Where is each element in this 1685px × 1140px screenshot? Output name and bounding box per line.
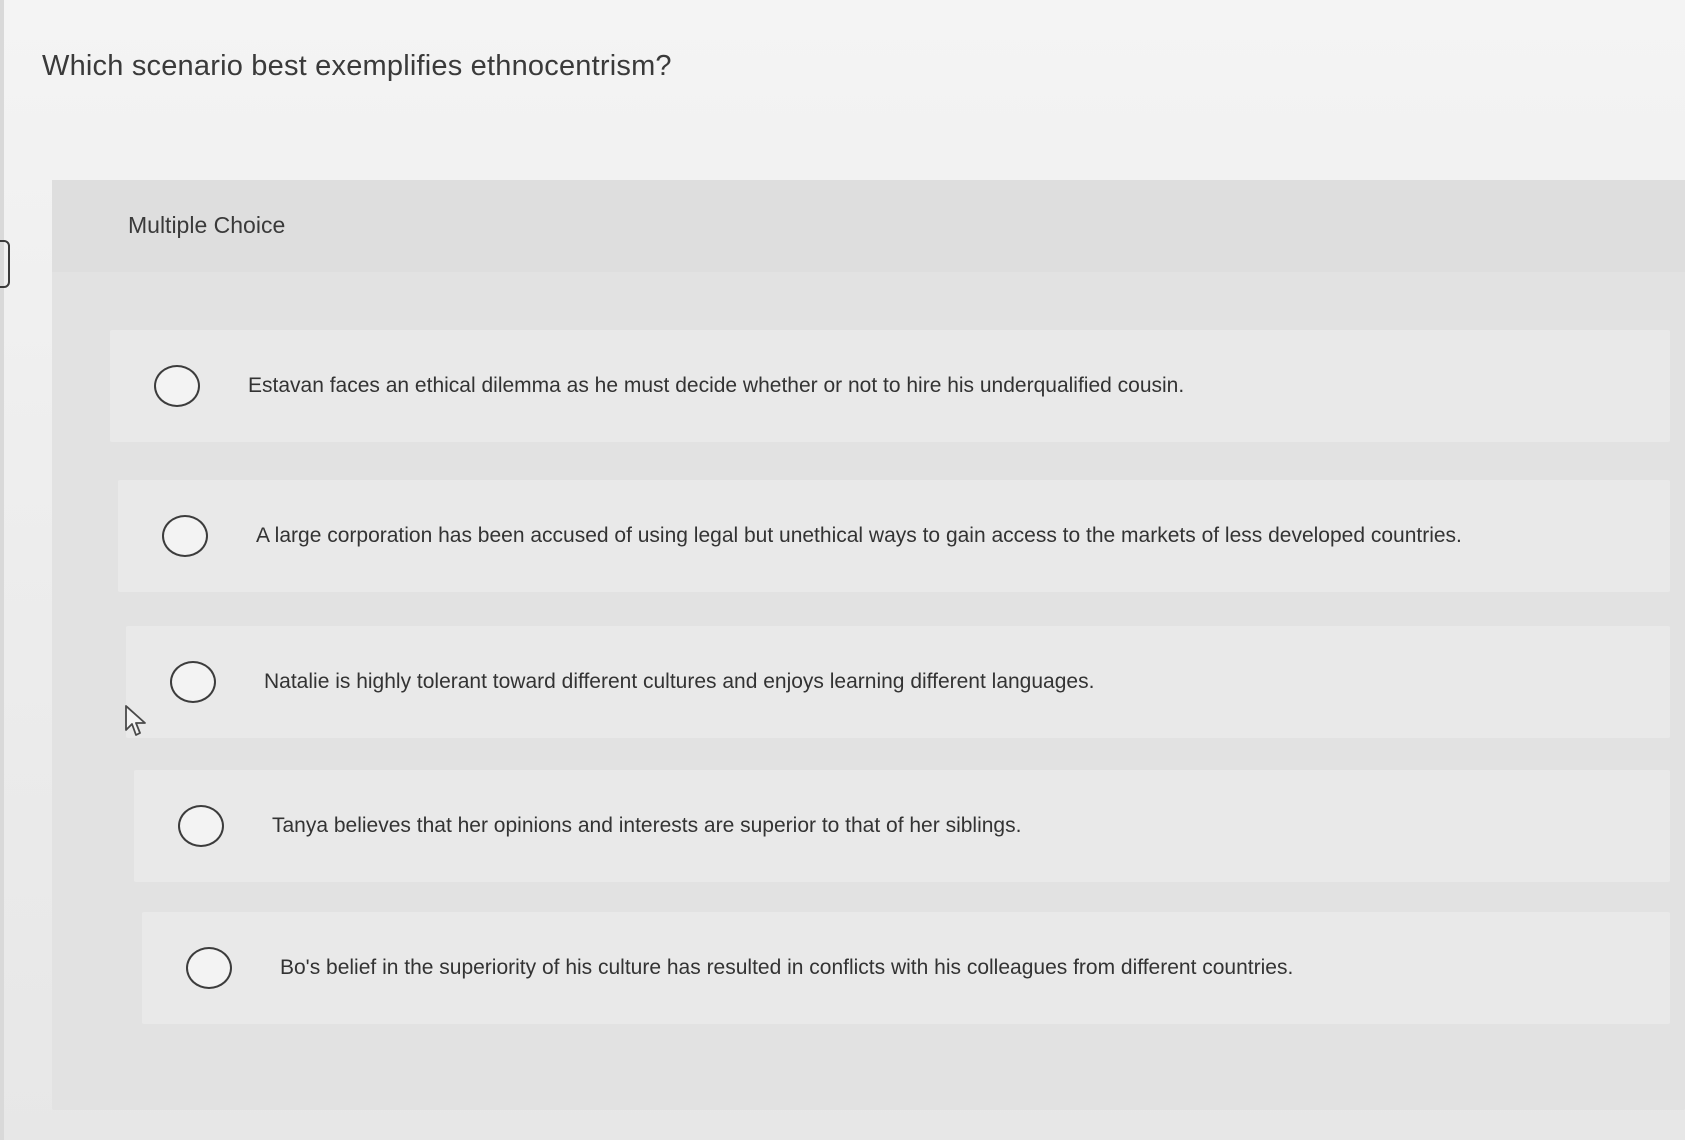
multiple-choice-header: Multiple Choice xyxy=(52,180,1685,272)
choice-option-2[interactable]: A large corporation has been accused of … xyxy=(118,480,1670,592)
choice-option-1[interactable]: Estavan faces an ethical dilemma as he m… xyxy=(110,330,1670,442)
question-text: Which scenario best exemplifies ethnocen… xyxy=(42,50,672,82)
radio-unchecked-icon[interactable] xyxy=(170,661,216,703)
multiple-choice-label: Multiple Choice xyxy=(128,212,286,238)
radio-unchecked-icon[interactable] xyxy=(186,947,232,989)
mouse-pointer-icon xyxy=(125,705,146,736)
radio-unchecked-icon[interactable] xyxy=(154,365,200,407)
choice-option-label: Tanya believes that her opinions and int… xyxy=(272,814,1022,837)
side-tab-handle[interactable] xyxy=(0,240,10,288)
choice-option-3[interactable]: Natalie is highly tolerant toward differ… xyxy=(126,626,1670,738)
choice-option-label: Natalie is highly tolerant toward differ… xyxy=(264,670,1095,693)
window-edge xyxy=(0,0,4,1140)
choice-option-4[interactable]: Tanya believes that her opinions and int… xyxy=(134,770,1670,882)
radio-unchecked-icon[interactable] xyxy=(178,805,224,847)
choice-option-label: Estavan faces an ethical dilemma as he m… xyxy=(248,374,1185,397)
choice-option-label: Bo's belief in the superiority of his cu… xyxy=(280,956,1294,979)
radio-unchecked-icon[interactable] xyxy=(162,515,208,557)
quiz-page: Which scenario best exemplifies ethnocen… xyxy=(0,0,1685,1140)
choice-option-label: A large corporation has been accused of … xyxy=(256,524,1462,547)
choice-option-5[interactable]: Bo's belief in the superiority of his cu… xyxy=(142,912,1670,1024)
